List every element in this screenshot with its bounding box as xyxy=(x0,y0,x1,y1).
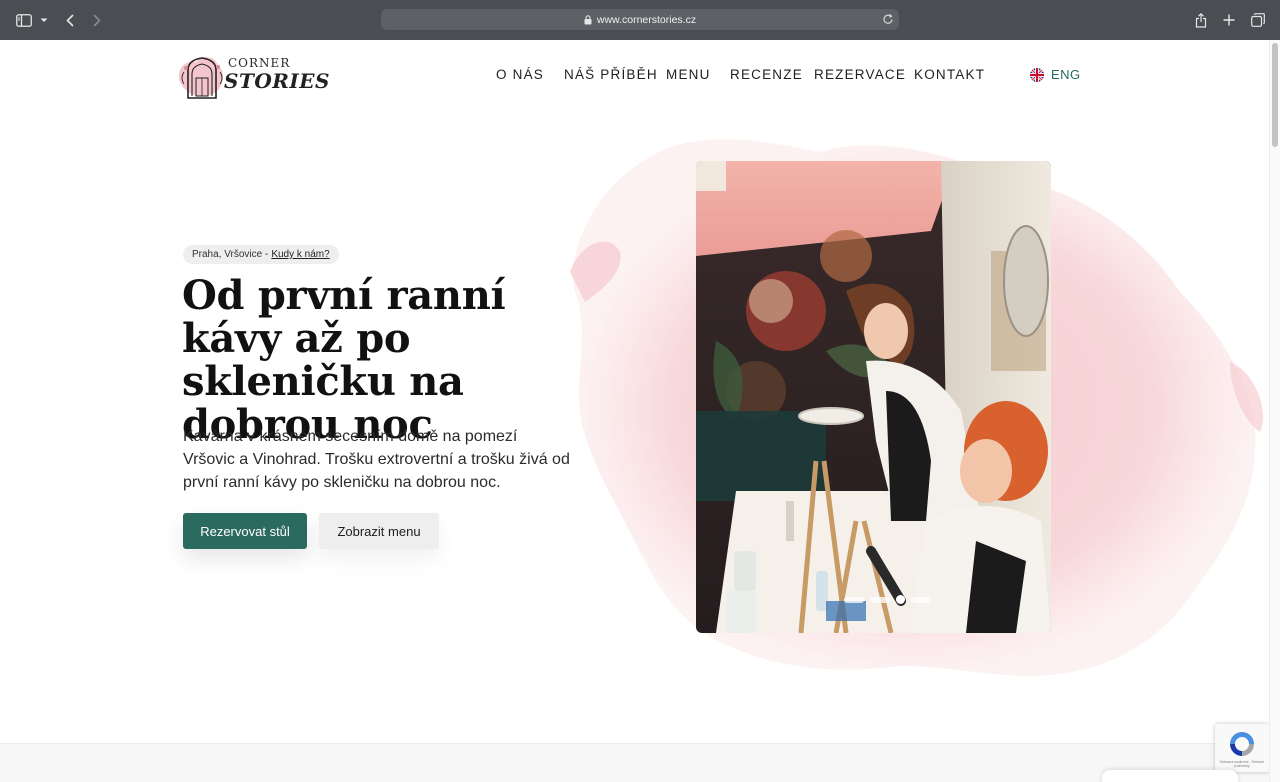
location-pill: Praha, Vršovice - Kudy k nám? xyxy=(183,245,339,264)
share-icon[interactable] xyxy=(1193,0,1209,40)
show-menu-button[interactable]: Zobrazit menu xyxy=(319,513,439,549)
hero-title: Od první ranní kávy až po skleničku na d… xyxy=(182,272,506,448)
carousel-dot[interactable] xyxy=(870,596,890,603)
logo-word-stories: STORIES xyxy=(224,69,330,93)
nav-o-nas[interactable]: O NÁS xyxy=(496,67,544,82)
reload-icon[interactable] xyxy=(882,12,894,26)
web-page: CORNER STORIES O NÁS NÁŠ PŘÍBĚH MENU REC… xyxy=(0,40,1269,782)
sidebar-icon[interactable] xyxy=(14,0,34,40)
hero-description: Kavárna v krásném secesním domě na pomez… xyxy=(183,428,570,491)
url-text: www.cornerstories.cz xyxy=(596,13,697,26)
directions-link[interactable]: Kudy k nám? xyxy=(271,249,329,260)
lock-icon xyxy=(584,14,592,25)
tabs-overview-icon[interactable] xyxy=(1250,0,1266,40)
corner-stories-logo[interactable]: CORNER STORIES xyxy=(176,52,329,102)
chevron-right-icon[interactable] xyxy=(89,0,105,40)
nav-kontakt[interactable]: KONTAKT xyxy=(914,67,985,82)
logo-word-corner: CORNER xyxy=(228,56,291,70)
carousel-indicators xyxy=(844,595,931,604)
recaptcha-footer-text[interactable]: Ochrana soukromí - Smluvní podmínky xyxy=(1217,760,1267,768)
chevron-left-icon[interactable] xyxy=(62,0,78,40)
scrollbar-thumb[interactable] xyxy=(1272,43,1278,147)
carousel-dot-active[interactable] xyxy=(896,595,905,604)
nav-menu[interactable]: MENU xyxy=(666,67,711,82)
nav-rezervace[interactable]: REZERVACE xyxy=(814,67,906,82)
chat-widget-tab[interactable] xyxy=(1102,770,1238,782)
chevron-down-icon[interactable] xyxy=(38,0,50,40)
plus-icon[interactable] xyxy=(1221,0,1237,40)
carousel-dot[interactable] xyxy=(844,596,864,603)
carousel-dot[interactable] xyxy=(911,596,931,603)
nav-nas-pribeh[interactable]: NÁŠ PŘÍBĚH xyxy=(564,67,658,82)
page-scrollbar[interactable] xyxy=(1269,40,1280,782)
browser-toolbar: www.cornerstories.cz xyxy=(0,0,1280,40)
language-switcher[interactable]: ENG xyxy=(1030,67,1081,82)
recaptcha-badge[interactable]: Ochrana soukromí - Smluvní podmínky xyxy=(1215,724,1269,772)
uk-flag-icon xyxy=(1030,67,1044,82)
location-text: Praha, Vršovice - xyxy=(192,249,269,260)
language-label: ENG xyxy=(1051,67,1081,82)
next-section xyxy=(0,743,1269,782)
recaptcha-icon xyxy=(1230,732,1254,756)
storefront-logo-icon xyxy=(178,57,224,99)
cafe-painting-photo xyxy=(696,161,1051,633)
nav-recenze[interactable]: RECENZE xyxy=(730,67,803,82)
reserve-table-button[interactable]: Rezervovat stůl xyxy=(183,513,307,549)
hero-photo xyxy=(696,161,1051,633)
address-bar[interactable]: www.cornerstories.cz xyxy=(381,9,899,30)
